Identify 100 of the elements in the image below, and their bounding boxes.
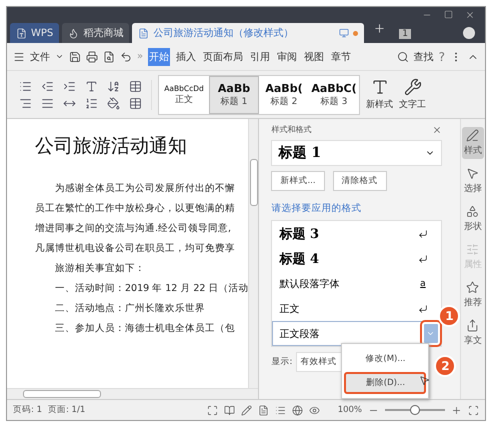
close-icon[interactable]	[432, 124, 442, 134]
ribbon-tab[interactable]: 章节	[330, 48, 352, 66]
flame-icon[interactable]	[68, 28, 80, 38]
print-preview-icon[interactable]	[103, 50, 115, 62]
sidebar-button[interactable]: 选择	[462, 165, 484, 197]
chevron-down-icon[interactable]	[55, 52, 64, 61]
ribbon-tab[interactable]: 审阅	[276, 48, 298, 66]
paragraph: 二、活动地点：广州长隆欢乐世界	[54, 302, 206, 316]
paragraph-mark-icon	[418, 228, 428, 238]
zoom-level[interactable]: 100%	[338, 405, 362, 415]
menu-icon[interactable]	[13, 50, 25, 62]
menu-item[interactable]: 删除(D)...	[344, 372, 426, 394]
undo-icon[interactable]	[120, 50, 132, 62]
eye-icon[interactable]	[308, 404, 320, 416]
paragraph: 员工在繁忙的工作中放松身心，以更饱满的精	[35, 202, 236, 216]
step-badge: 2	[434, 355, 456, 377]
book-icon[interactable]	[224, 404, 235, 416]
maximize-icon[interactable]	[444, 10, 453, 19]
print-icon[interactable]	[86, 50, 98, 62]
search-icon[interactable]	[396, 50, 409, 62]
help-button[interactable]: ?	[438, 50, 445, 64]
sidebar-button[interactable]: 推荐	[462, 279, 484, 311]
style-item[interactable]: 正文	[272, 296, 441, 321]
document-tab[interactable]: 公司旅游活动通知（修改样式）	[132, 23, 364, 43]
paragraph: 一、活动时间：2019 年 12 月 22 日（活动	[54, 282, 248, 296]
line-spacing-icon[interactable]	[85, 96, 98, 110]
panel-button[interactable]: 新样式...	[271, 171, 325, 191]
justify-icon[interactable]	[41, 96, 54, 110]
horizontal-scrollbar[interactable]	[7, 388, 258, 399]
style-item[interactable]: 默认段落字体 a	[272, 271, 441, 296]
paragraph: 增进同事之间的交流与沟通.经公司领导同意,	[35, 222, 232, 236]
fit-icon[interactable]	[468, 404, 479, 416]
style-preset[interactable]: AaBb 标题 1	[209, 76, 259, 114]
ribbon-tab[interactable]: 开始	[148, 48, 170, 66]
document-tab[interactable]: WPS	[10, 23, 60, 43]
close-icon[interactable]	[465, 10, 475, 20]
indent-decrease-icon[interactable]	[41, 80, 54, 92]
pointer-icon	[466, 167, 480, 180]
fullscreen-icon[interactable]	[206, 404, 218, 416]
sliders-icon	[466, 243, 480, 256]
new-style-button[interactable]: 新样式	[366, 98, 393, 111]
ribbon-tab[interactable]: 引用	[249, 48, 272, 66]
ribbon-tab[interactable]: 页面布局	[202, 48, 244, 66]
document-icon[interactable]	[138, 28, 150, 38]
character-mark: a	[420, 278, 426, 288]
paragraph: 为感谢全体员工为公司发展所付出的不懈	[54, 182, 236, 196]
chevron-down-icon	[426, 329, 436, 338]
pencil-icon[interactable]	[240, 404, 252, 416]
text-tools-button[interactable]: 文字工	[399, 98, 426, 111]
style-name: 标题 2	[270, 96, 298, 108]
new-tab-icon[interactable]	[373, 22, 386, 35]
shapes-icon	[466, 205, 480, 218]
monitor-icon[interactable]	[339, 28, 350, 38]
style-name: 正文	[175, 94, 193, 106]
page-count: 页面: 1/1	[48, 404, 86, 416]
page-view-icon[interactable]	[258, 404, 269, 416]
unsaved-dot	[353, 30, 358, 36]
sidebar-button[interactable]: 形状	[462, 203, 484, 235]
vertical-scrollbar[interactable]	[248, 119, 258, 388]
paragraph-mark-icon	[418, 254, 428, 264]
sidebar-button[interactable]: 享文	[462, 317, 484, 349]
new-style-icon[interactable]	[370, 78, 388, 96]
document-title: 公司旅游活动通知	[35, 134, 188, 159]
ribbon-tab[interactable]: 插入	[175, 48, 198, 66]
save-icon[interactable]	[69, 50, 81, 62]
style-item[interactable]: 标题 4	[272, 246, 441, 271]
style-preview: AaBb	[218, 82, 250, 94]
star-icon	[466, 281, 480, 294]
show-label: 显示:	[271, 356, 292, 368]
prompt-text: 请选择要应用的格式	[271, 202, 362, 215]
align-right-icon[interactable]	[19, 96, 32, 110]
ribbon-tab[interactable]: 视图	[303, 48, 326, 66]
style-name: 标题 1	[220, 96, 248, 108]
font-icon[interactable]	[85, 80, 98, 92]
file-menu[interactable]: 文件	[30, 50, 50, 64]
panel-button[interactable]: 清除格式	[332, 171, 387, 191]
sidebar-button[interactable]: 样式	[462, 127, 484, 159]
zoom-in-icon[interactable]	[451, 404, 462, 416]
style-preview: AaBb(	[265, 82, 303, 94]
share-icon	[466, 319, 480, 332]
page-number: 页码: 1	[13, 404, 42, 416]
wrench-icon[interactable]	[404, 78, 422, 96]
paragraph-mark-icon	[418, 304, 428, 314]
table-icon[interactable]	[129, 80, 142, 92]
document-tab[interactable]: 稻壳商城	[62, 23, 130, 43]
sort-icon[interactable]	[107, 80, 120, 92]
shading-icon[interactable]	[107, 96, 120, 110]
style-preview: AaBbC(	[311, 82, 357, 94]
tab-count[interactable]: 1	[399, 29, 411, 39]
pen-icon	[466, 129, 480, 142]
style-item[interactable]: 标题 3	[272, 221, 441, 246]
indent-increase-icon[interactable]	[63, 80, 76, 92]
globe-icon[interactable]	[292, 404, 303, 416]
paragraph: 三、参加人员：海德士机电全体员工（包	[54, 322, 236, 336]
avatar[interactable]	[463, 27, 475, 39]
mouse-cursor-icon	[419, 375, 430, 386]
borders-icon[interactable]	[129, 96, 142, 110]
search-button[interactable]: 查找	[414, 50, 434, 64]
style-select[interactable]: 标题 1	[271, 140, 442, 166]
style-name: 标题 3	[320, 96, 348, 108]
